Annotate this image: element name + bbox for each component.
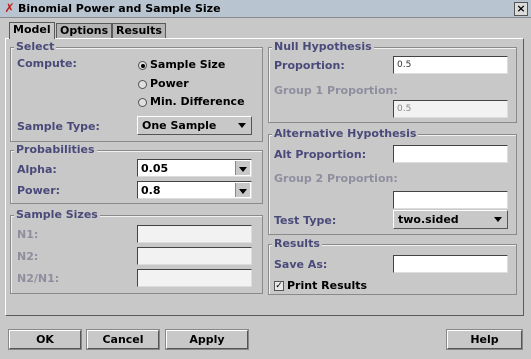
help-button[interactable]: Help	[447, 330, 522, 349]
chevron-down-icon	[494, 217, 502, 222]
null-hypothesis-legend: Null Hypothesis	[272, 40, 374, 53]
alternative-hypothesis-legend: Alternative Hypothesis	[272, 127, 419, 140]
group1-proportion-label: Group 1 Proportion:	[274, 84, 398, 97]
sample-type-value: One Sample	[142, 119, 217, 132]
ok-button[interactable]: OK	[9, 330, 81, 349]
compute-label: Compute:	[17, 57, 77, 70]
alt-proportion-label: Alt Proportion:	[274, 148, 367, 161]
tab-results[interactable]: Results	[112, 23, 166, 38]
n2n1-label: N2/N1:	[17, 272, 60, 285]
radio-sample-size-label[interactable]: Sample Size	[150, 58, 225, 71]
radio-min-difference[interactable]	[138, 98, 147, 107]
n1-label: N1:	[17, 228, 39, 241]
chevron-down-icon	[238, 123, 246, 128]
test-type-label: Test Type:	[274, 214, 337, 227]
results-legend: Results	[272, 237, 322, 250]
n1-input[interactable]	[137, 225, 252, 243]
test-type-dropdown[interactable]: two.sided	[393, 210, 508, 229]
chevron-down-icon	[239, 189, 247, 194]
sample-type-dropdown[interactable]: One Sample	[137, 116, 252, 135]
select-legend: Select	[14, 40, 57, 53]
n2-input[interactable]	[137, 247, 252, 265]
radio-power[interactable]	[138, 80, 147, 89]
probabilities-legend: Probabilities	[14, 143, 97, 156]
n2n1-input[interactable]	[137, 269, 252, 287]
close-button[interactable]: ×	[514, 2, 528, 16]
radio-power-label[interactable]: Power	[150, 77, 189, 90]
radio-sample-size[interactable]	[138, 61, 147, 70]
power-value: 0.8	[141, 184, 161, 197]
alpha-combo[interactable]: 0.05	[137, 159, 252, 177]
apply-button[interactable]: Apply	[166, 330, 248, 349]
save-as-label: Save As:	[274, 258, 328, 271]
radio-min-difference-label[interactable]: Min. Difference	[150, 95, 245, 108]
power-dropdown-button[interactable]	[235, 183, 250, 197]
test-type-value: two.sided	[398, 213, 459, 226]
x-logo-icon: ✗	[4, 1, 15, 15]
group2-proportion-input[interactable]	[393, 191, 508, 209]
print-results-checkbox[interactable]: ✓	[274, 281, 284, 291]
chevron-down-icon	[239, 167, 247, 172]
sample-sizes-legend: Sample Sizes	[14, 208, 100, 221]
proportion-input[interactable]: 0.5	[393, 56, 508, 74]
group1-proportion-input[interactable]: 0.5	[393, 100, 508, 118]
alt-proportion-input[interactable]	[393, 145, 508, 163]
print-results-label[interactable]: Print Results	[287, 279, 367, 292]
title-bar: ✗ Binomial Power and Sample Size ×	[0, 0, 531, 18]
sample-type-label: Sample Type:	[17, 120, 100, 133]
alpha-dropdown-button[interactable]	[235, 161, 250, 175]
tab-model[interactable]: Model	[9, 22, 55, 39]
alpha-label: Alpha:	[17, 163, 57, 176]
window-title: Binomial Power and Sample Size	[18, 2, 221, 15]
alpha-value: 0.05	[141, 162, 169, 175]
power-label: Power:	[17, 184, 61, 197]
cancel-button[interactable]: Cancel	[87, 330, 159, 349]
proportion-label: Proportion:	[274, 59, 345, 72]
power-combo[interactable]: 0.8	[137, 181, 252, 199]
n2-label: N2:	[17, 250, 39, 263]
save-as-input[interactable]	[393, 255, 508, 273]
group2-proportion-label: Group 2 Proportion:	[274, 172, 398, 185]
tab-options[interactable]: Options	[56, 23, 113, 38]
